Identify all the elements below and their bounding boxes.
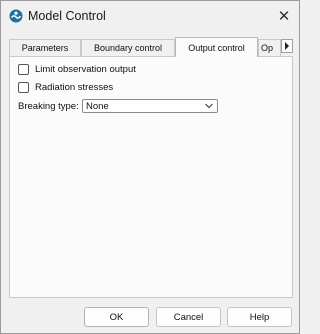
breaking-type-select[interactable]: None bbox=[82, 99, 218, 113]
window-title: Model Control bbox=[28, 9, 106, 23]
tab-boundary-control[interactable]: Boundary control bbox=[81, 39, 175, 56]
tab-scroll-right-button[interactable] bbox=[281, 39, 293, 53]
close-icon: ✕ bbox=[277, 8, 291, 25]
model-control-app-icon bbox=[9, 9, 23, 23]
chevron-down-icon bbox=[205, 103, 213, 109]
limit-observation-output-checkbox[interactable] bbox=[18, 64, 29, 75]
tab-parameters[interactable]: Parameters bbox=[9, 39, 81, 56]
title-bar: Model Control ✕ bbox=[1, 1, 299, 31]
limit-observation-output-label: Limit observation output bbox=[35, 64, 136, 75]
tab-output-control[interactable]: Output control bbox=[175, 37, 258, 57]
breaking-type-value: None bbox=[86, 100, 109, 112]
radiation-stresses-option[interactable]: Radiation stresses bbox=[18, 82, 113, 93]
close-button[interactable]: ✕ bbox=[271, 4, 297, 28]
limit-observation-output-option[interactable]: Limit observation output bbox=[18, 64, 136, 75]
help-button[interactable]: Help bbox=[227, 307, 292, 327]
cancel-button[interactable]: Cancel bbox=[156, 307, 221, 327]
radiation-stresses-label: Radiation stresses bbox=[35, 82, 114, 93]
output-control-panel: Limit observation output Radiation stres… bbox=[9, 56, 293, 298]
tab-strip: Parameters Boundary control Output contr… bbox=[9, 37, 293, 57]
ok-button[interactable]: OK bbox=[84, 307, 149, 327]
breaking-type-row: Breaking type: bbox=[18, 101, 79, 112]
breaking-type-label: Breaking type: bbox=[18, 101, 79, 112]
chevron-right-icon bbox=[285, 42, 289, 50]
tab-options-truncated[interactable]: Op bbox=[258, 39, 281, 56]
model-control-dialog: Model Control ✕ Parameters Boundary cont… bbox=[0, 0, 300, 334]
radiation-stresses-checkbox[interactable] bbox=[18, 82, 29, 93]
